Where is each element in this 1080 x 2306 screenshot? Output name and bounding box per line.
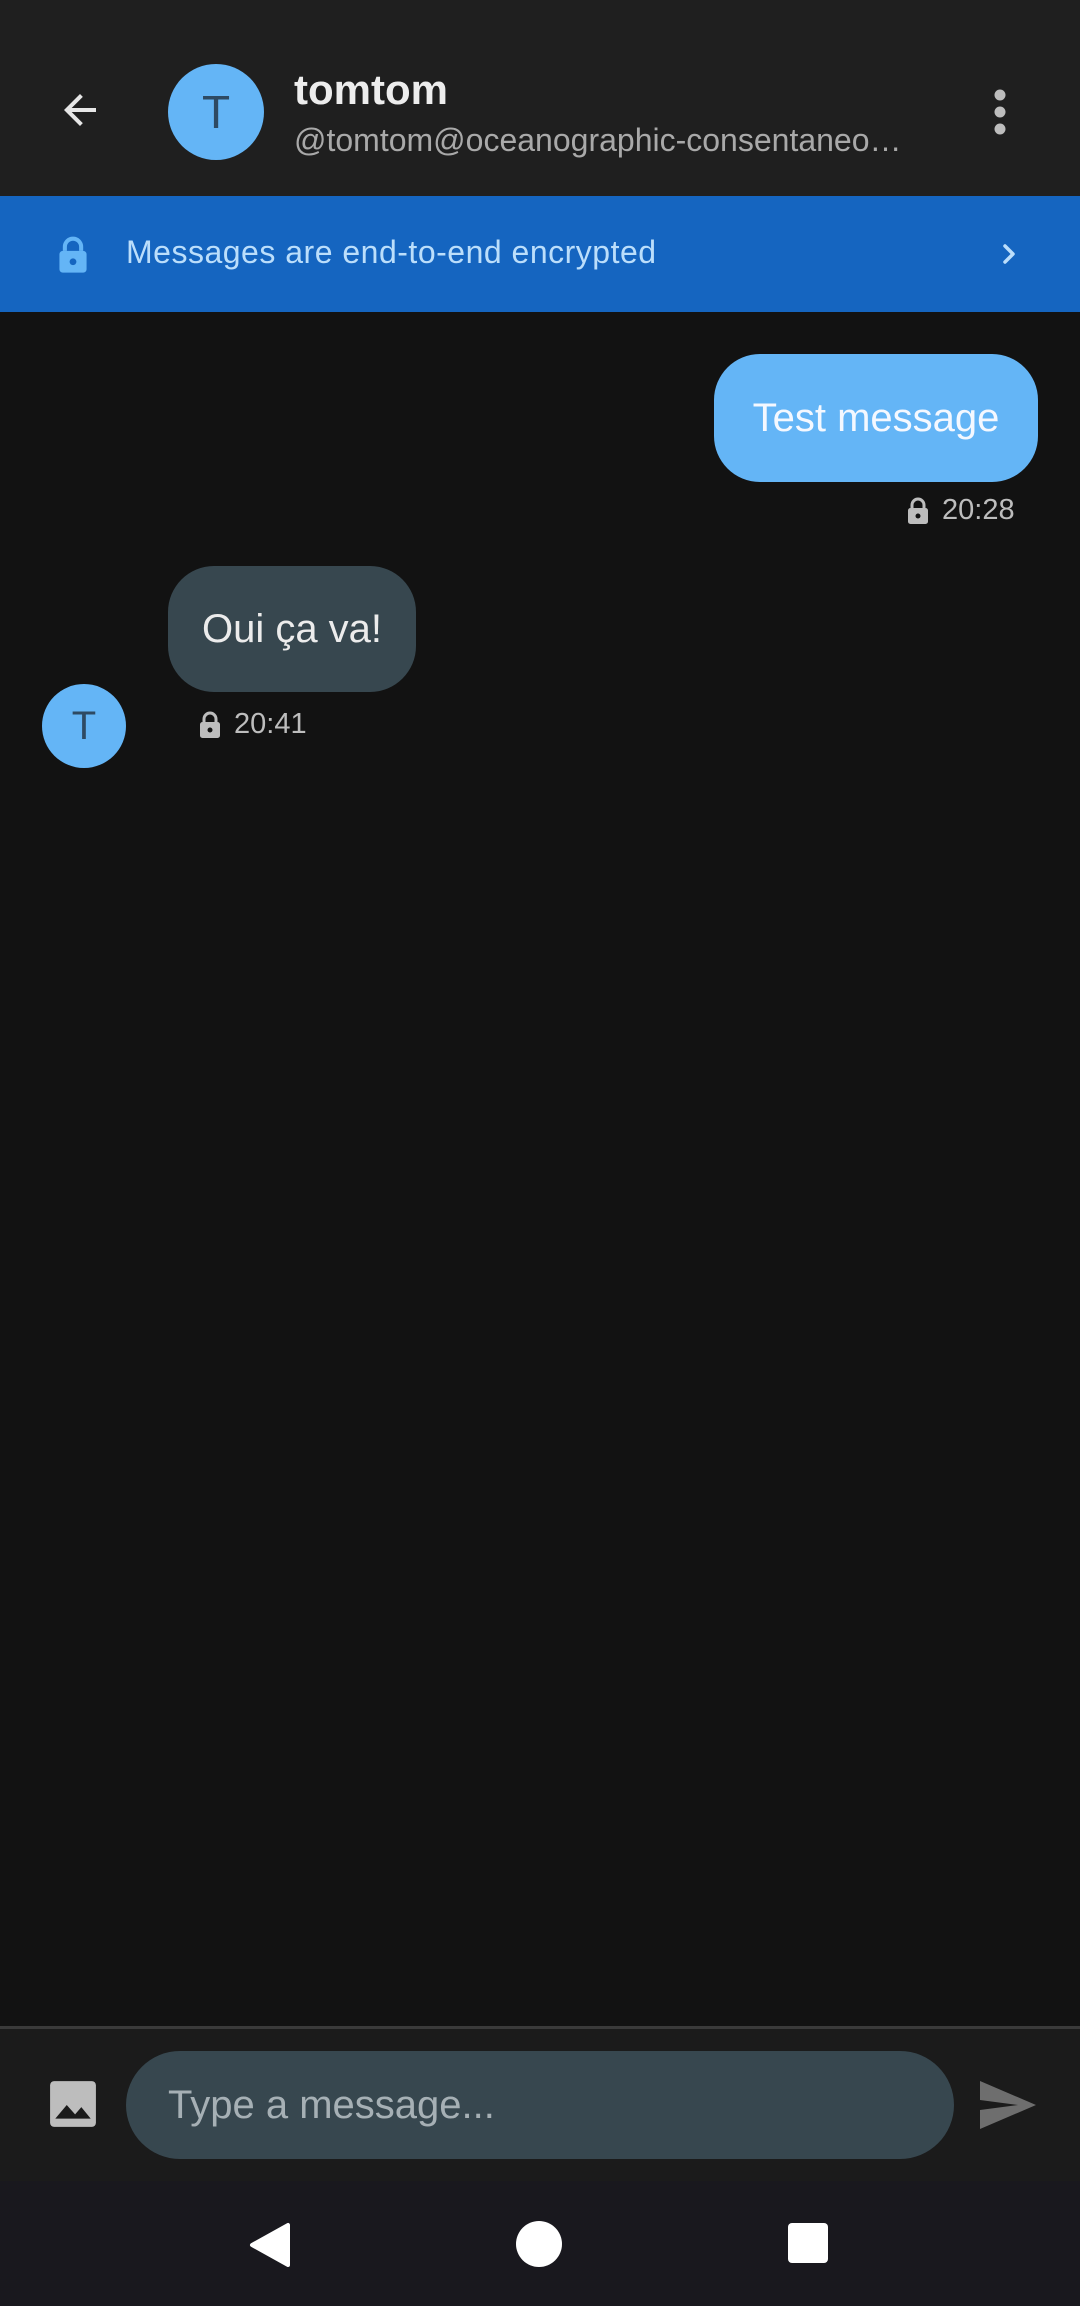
contact-handle: @tomtom@oceanographic-consentaneo… xyxy=(294,122,902,158)
encryption-banner[interactable]: Messages are end-to-end encrypted xyxy=(0,196,1080,312)
image-icon[interactable] xyxy=(48,2079,98,2129)
app-bar: T tomtom @tomtom@oceanographic-consentan… xyxy=(0,0,1080,196)
contact-avatar[interactable]: T xyxy=(168,64,264,160)
send-icon[interactable] xyxy=(978,2079,1038,2131)
message-text: Test message xyxy=(752,395,1000,440)
system-navigation-bar xyxy=(0,2181,1080,2306)
message-time: 20:28 xyxy=(942,494,1015,526)
more-vertical-icon xyxy=(994,89,1006,135)
back-button[interactable] xyxy=(40,70,120,150)
lock-icon xyxy=(908,497,928,524)
message-composer xyxy=(0,2029,1080,2181)
contact-avatar-letter: T xyxy=(201,86,231,138)
message-meta: 20:41 xyxy=(198,708,307,741)
message-time: 20:41 xyxy=(234,708,307,740)
sender-avatar[interactable]: T xyxy=(42,684,126,768)
incoming-message-bubble[interactable]: Oui ça va! xyxy=(168,566,416,692)
nav-recents-icon[interactable] xyxy=(788,2223,828,2263)
message-meta: 20:28 xyxy=(906,494,1015,527)
sender-avatar-letter: T xyxy=(71,703,97,748)
more-options-button[interactable] xyxy=(970,80,1030,144)
message-input[interactable] xyxy=(126,2051,954,2159)
encryption-banner-text: Messages are end-to-end encrypted xyxy=(126,234,657,270)
lock-icon xyxy=(200,711,220,738)
chevron-right-icon xyxy=(1003,244,1015,264)
outgoing-message-bubble[interactable]: Test message xyxy=(714,354,1038,482)
chat-screen: T tomtom @tomtom@oceanographic-consentan… xyxy=(0,0,1080,2306)
message-text: Oui ça va! xyxy=(201,606,383,651)
nav-home-icon[interactable] xyxy=(516,2221,562,2267)
arrow-left-icon xyxy=(64,94,96,126)
nav-back-icon[interactable] xyxy=(248,2221,292,2269)
lock-icon xyxy=(59,236,87,273)
contact-name[interactable]: tomtom xyxy=(294,66,448,114)
